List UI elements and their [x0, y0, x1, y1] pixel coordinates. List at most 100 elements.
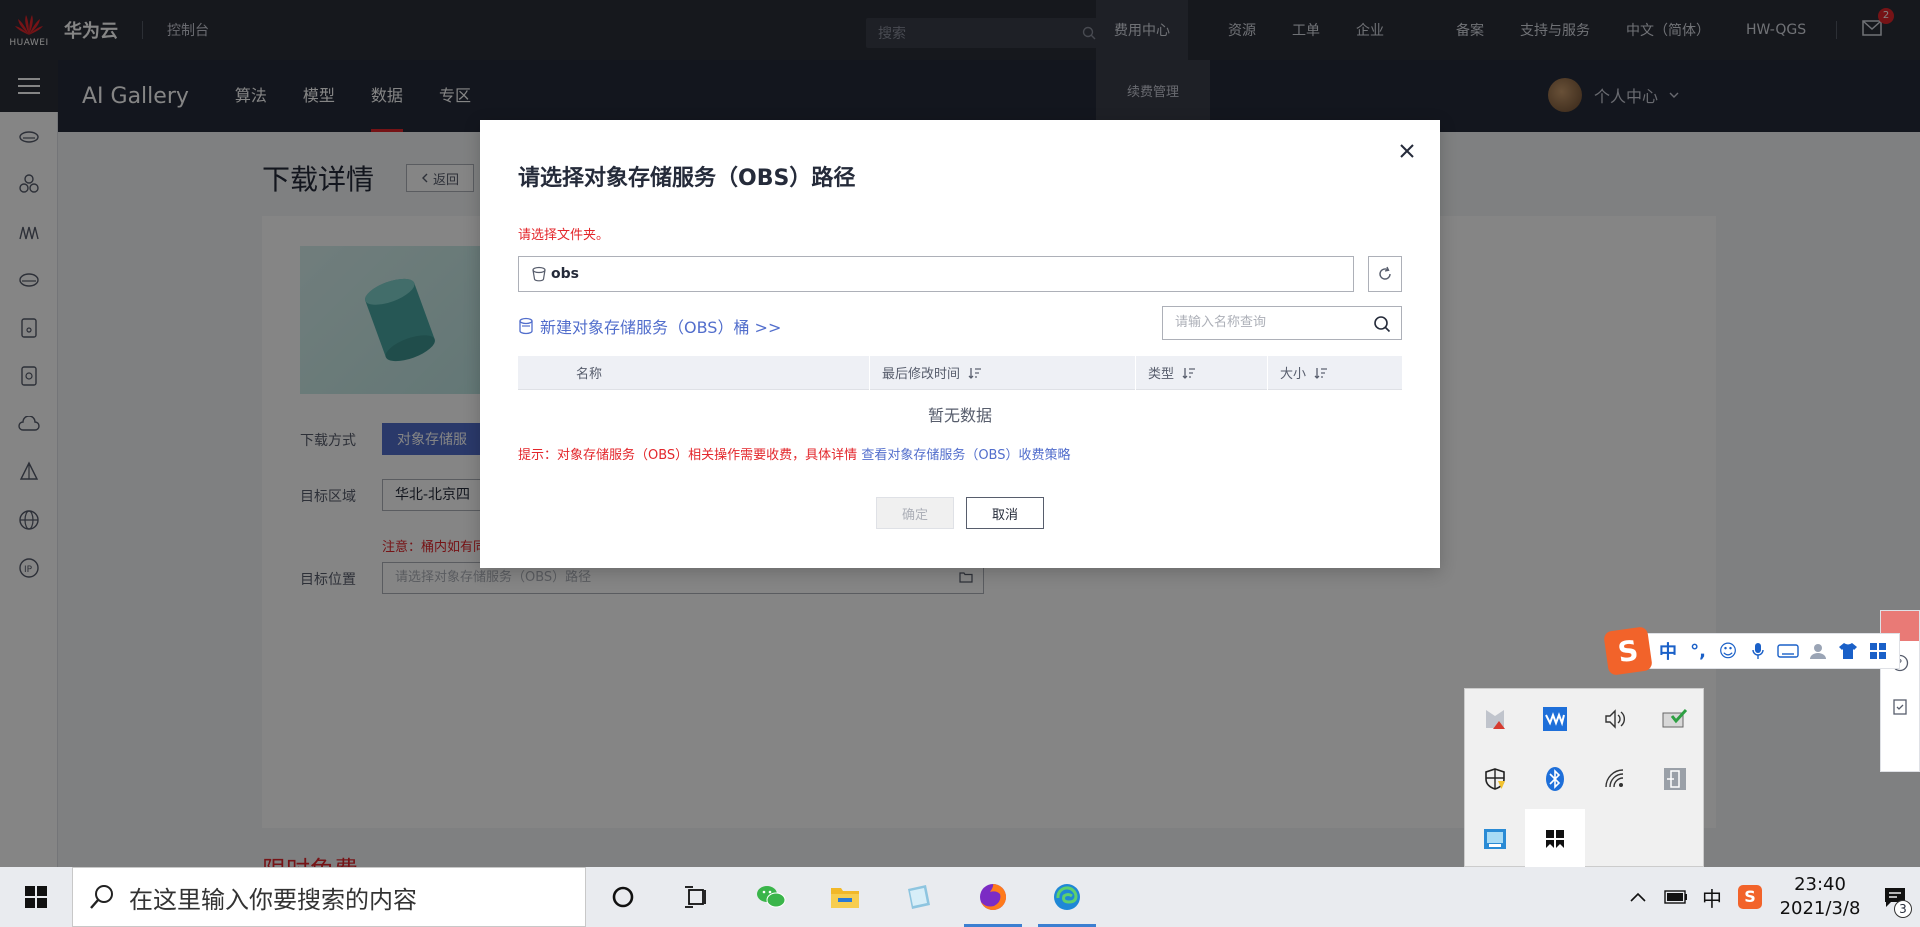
windows-icon — [25, 886, 47, 908]
task-view-icon — [685, 886, 706, 908]
notification-count-badge: 3 — [1894, 900, 1912, 918]
tray-item-audio-app[interactable] — [1525, 689, 1585, 749]
start-button[interactable] — [0, 867, 72, 927]
app-tray-icon — [1484, 829, 1506, 849]
tray-item-bookmark[interactable] — [1525, 809, 1585, 869]
col-modified[interactable]: 最后修改时间 — [870, 355, 1136, 390]
cancel-button[interactable]: 取消 — [966, 497, 1044, 529]
search-icon — [90, 885, 113, 909]
feedback-button[interactable] — [1881, 685, 1919, 729]
col-name-label: 名称 — [576, 367, 603, 382]
tray-overflow-flyout — [1464, 688, 1705, 869]
taskbar-wechat[interactable] — [734, 867, 808, 927]
sogou-icon: S — [1738, 885, 1762, 909]
tray-expand-button[interactable] — [1618, 892, 1658, 902]
task-view-button[interactable] — [660, 867, 734, 927]
empty-state: 暂无数据 — [927, 406, 992, 425]
obs-path-dialog: 请选择对象存储服务（OBS）路径 请选择文件夹。 obs 新建对象存储服务（OB… — [480, 120, 1440, 568]
clock-time: 23:40 — [1794, 874, 1846, 895]
mcafee-icon — [1486, 710, 1505, 729]
wechat-icon — [757, 886, 786, 908]
sort-icon[interactable] — [1182, 367, 1196, 379]
name-search-placeholder: 请输入名称查询 — [1175, 315, 1267, 330]
punctuation-icon[interactable]: °, — [1683, 636, 1713, 666]
clock-date: 2021/3/8 — [1779, 898, 1861, 919]
close-icon[interactable] — [1396, 140, 1418, 162]
user-icon[interactable] — [1803, 636, 1833, 666]
col-type-label: 类型 — [1148, 367, 1175, 382]
sort-icon[interactable] — [1314, 367, 1328, 379]
toolbox-icon[interactable] — [1863, 636, 1893, 666]
sogou-logo-icon[interactable]: S — [1603, 626, 1653, 676]
confirm-button[interactable]: 确定 — [876, 497, 954, 529]
tray-item-bluetooth[interactable] — [1525, 749, 1585, 809]
col-size[interactable]: 大小 — [1268, 356, 1402, 390]
system-tray: 中 S 23:40 2021/3/8 3 — [1618, 867, 1920, 927]
file-table-header: 名称 最后修改时间 类型 大小 — [518, 355, 1402, 390]
taskbar-file-explorer[interactable] — [808, 867, 882, 927]
edge-icon — [1054, 884, 1080, 910]
taskbar-firefox[interactable] — [956, 867, 1030, 927]
tray-item-device[interactable] — [1645, 749, 1705, 809]
update-check-icon — [1662, 708, 1688, 728]
action-center-button[interactable]: 3 — [1870, 886, 1920, 918]
waves-icon — [1543, 707, 1567, 731]
taskbar-notepad[interactable] — [882, 867, 956, 927]
folder-icon — [831, 888, 859, 908]
feedback-icon — [1893, 699, 1907, 715]
bookmark-app-icon — [1546, 830, 1564, 848]
device-icon — [1664, 768, 1686, 790]
create-bucket-icon — [519, 317, 533, 335]
taskbar-edge[interactable] — [1030, 867, 1104, 927]
sort-icon[interactable] — [968, 367, 982, 379]
search-icon[interactable] — [1373, 315, 1391, 333]
tray-item-security[interactable] — [1465, 749, 1525, 809]
refresh-button[interactable] — [1368, 256, 1402, 292]
ime-toolbar: S 中 °, ☺ — [1603, 626, 1920, 676]
taskbar-search-placeholder: 在这里输入你要搜索的内容 — [129, 885, 417, 914]
col-modified-label: 最后修改时间 — [882, 367, 961, 382]
ime-mode-toggle[interactable]: 中 — [1653, 636, 1683, 666]
microphone-icon[interactable] — [1743, 636, 1773, 666]
bucket-icon — [532, 266, 546, 282]
notepad-icon — [908, 885, 930, 909]
skin-icon[interactable] — [1833, 636, 1863, 666]
keyboard-icon[interactable] — [1773, 636, 1803, 666]
shield-warning-icon — [1485, 768, 1505, 790]
name-search-input[interactable]: 请输入名称查询 — [1162, 306, 1402, 340]
chevron-up-icon — [1630, 892, 1646, 902]
firefox-icon — [980, 884, 1006, 910]
cortana-icon — [612, 886, 634, 908]
tray-item-antivirus[interactable] — [1465, 689, 1525, 749]
tray-item-update[interactable] — [1645, 689, 1705, 749]
folder-hint: 请选择文件夹。 — [518, 228, 610, 243]
col-type[interactable]: 类型 — [1136, 355, 1268, 390]
billing-tip: 提示：对象存储服务（OBS）相关操作需要收费，具体详情 查看对象存储服务（OBS… — [518, 444, 1071, 463]
billing-policy-link[interactable]: 查看对象存储服务（OBS）收费策略 — [861, 448, 1070, 463]
clock[interactable]: 23:40 2021/3/8 — [1770, 873, 1870, 921]
speaker-icon — [1605, 709, 1625, 729]
tray-item-app[interactable] — [1465, 809, 1525, 869]
ime-controls: 中 °, ☺ — [1646, 633, 1900, 669]
col-name[interactable]: 名称 — [518, 355, 870, 390]
emoji-icon[interactable]: ☺ — [1713, 636, 1743, 666]
wifi-icon — [1605, 769, 1624, 788]
dialog-title: 请选择对象存储服务（OBS）路径 — [518, 166, 856, 191]
create-bucket-label: 新建对象存储服务（OBS）桶 >> — [540, 318, 782, 337]
battery-icon — [1664, 890, 1687, 904]
tray-item-wifi[interactable] — [1585, 749, 1645, 809]
windows-taskbar: 在这里输入你要搜索的内容 中 S 23:40 2021/3/8 3 — [0, 867, 1920, 927]
col-size-label: 大小 — [1280, 367, 1307, 382]
sogou-tray-button[interactable]: S — [1730, 885, 1770, 909]
cortana-button[interactable] — [586, 867, 660, 927]
ime-indicator[interactable]: 中 — [1694, 883, 1730, 912]
obs-path-field[interactable]: obs — [518, 256, 1354, 292]
tip-text: 提示：对象存储服务（OBS）相关操作需要收费，具体详情 — [518, 448, 858, 463]
bluetooth-icon — [1546, 767, 1564, 791]
obs-path-value: obs — [551, 266, 579, 282]
create-bucket-link[interactable]: 新建对象存储服务（OBS）桶 >> — [518, 314, 781, 338]
refresh-icon — [1379, 266, 1391, 280]
battery-button[interactable] — [1658, 890, 1694, 904]
tray-item-volume[interactable] — [1585, 689, 1645, 749]
taskbar-search-box[interactable]: 在这里输入你要搜索的内容 — [72, 867, 586, 927]
